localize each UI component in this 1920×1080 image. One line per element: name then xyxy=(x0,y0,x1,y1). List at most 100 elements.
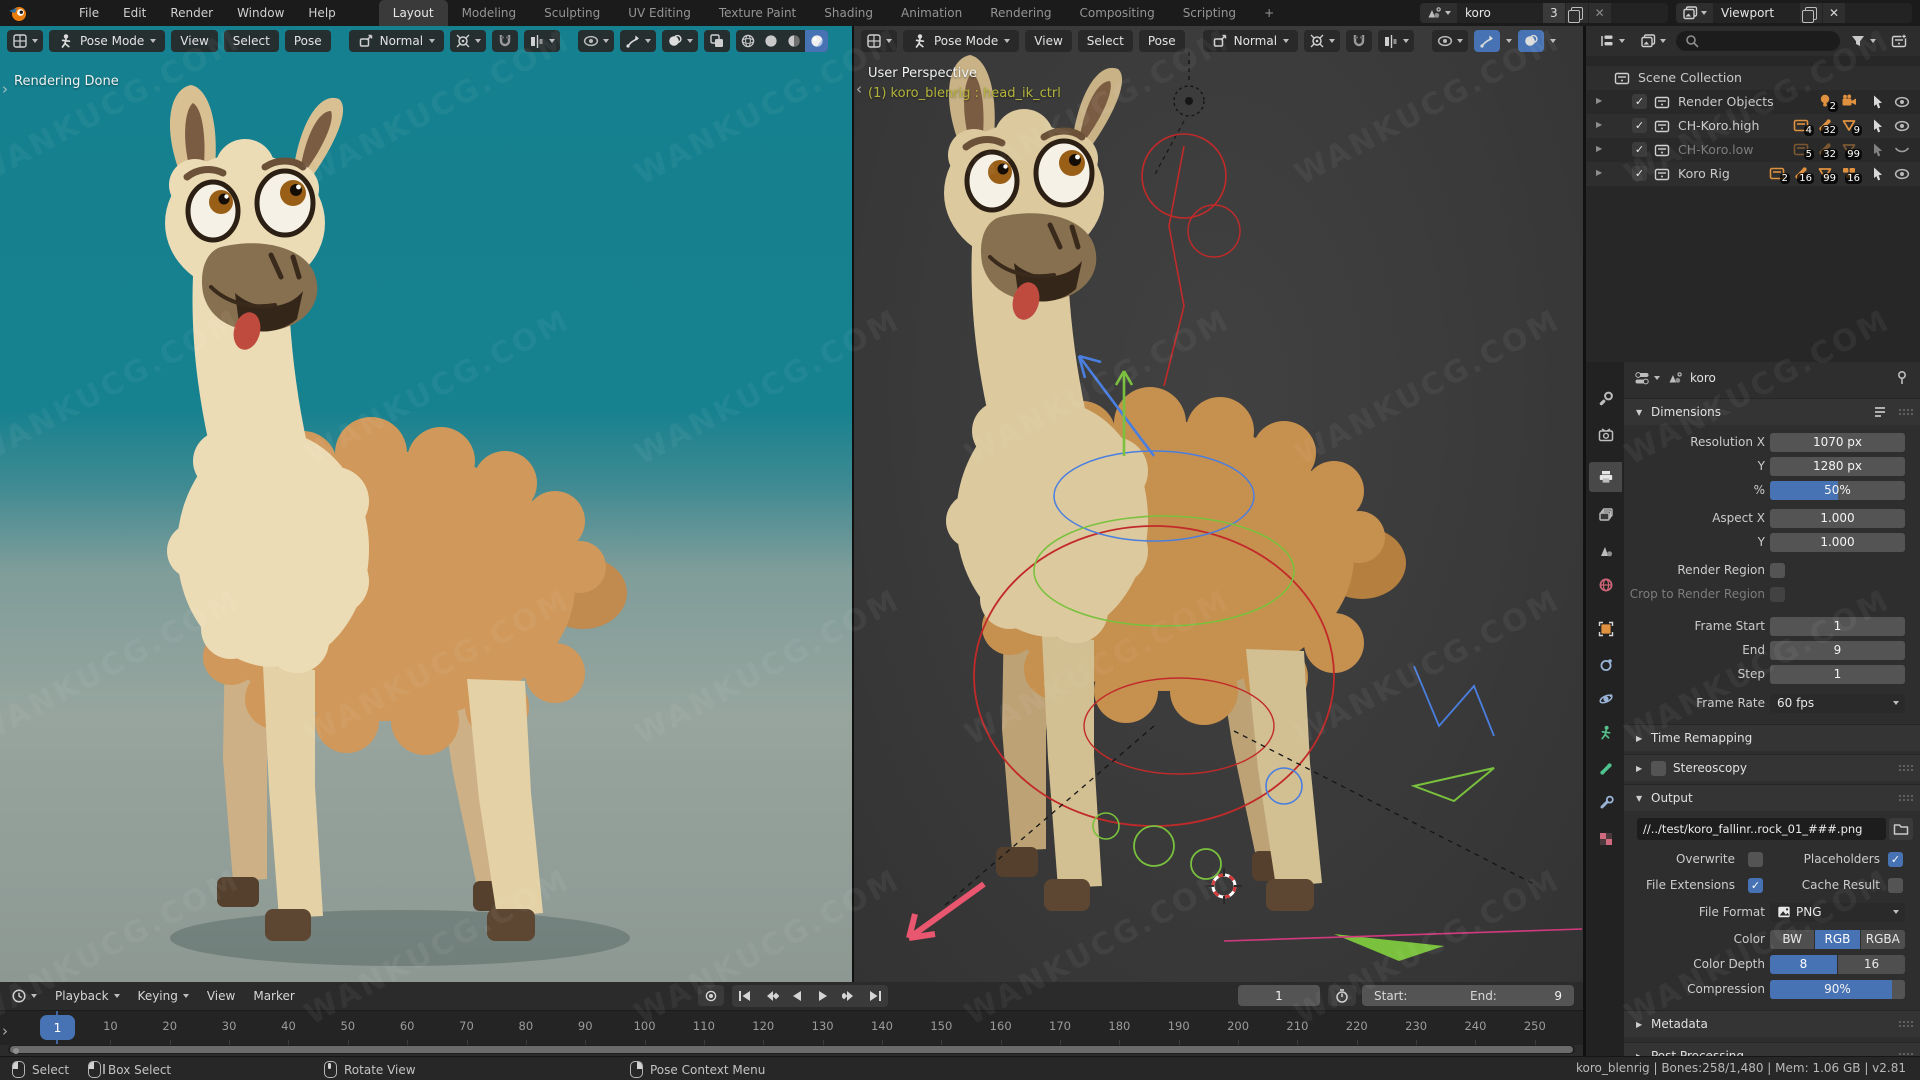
new-view-layer-button[interactable] xyxy=(1800,3,1822,23)
tab-animation[interactable]: Animation xyxy=(887,0,976,26)
depth-8-button[interactable]: 8 xyxy=(1770,955,1837,974)
outliner-item-label[interactable]: Koro Rig xyxy=(1678,166,1730,181)
snap-with-dropdown[interactable] xyxy=(1378,30,1414,52)
outliner-search-input[interactable] xyxy=(1676,31,1840,51)
frame-start-field[interactable]: 1 xyxy=(1770,617,1905,636)
unlink-scene-button[interactable]: ✕ xyxy=(1589,3,1611,23)
jump-to-end-button[interactable] xyxy=(863,986,887,1006)
visibility-eye-icon[interactable] xyxy=(1894,166,1910,182)
tab-compositing[interactable]: Compositing xyxy=(1065,0,1168,26)
outliner-row-scene-collection[interactable]: Scene Collection xyxy=(1586,66,1920,90)
exclude-checkbox[interactable]: ✓ xyxy=(1632,94,1647,109)
panel-dimensions[interactable]: ▼Dimensions xyxy=(1624,398,1920,425)
view-menu[interactable]: View xyxy=(1025,30,1071,52)
panel-stereoscopy[interactable]: ▶Stereoscopy xyxy=(1624,754,1920,781)
depth-16-button[interactable]: 16 xyxy=(1838,955,1905,974)
tab-shading[interactable]: Shading xyxy=(810,0,887,26)
visibility-eye-icon[interactable] xyxy=(1894,94,1910,110)
tab-scripting[interactable]: Scripting xyxy=(1169,0,1250,26)
timeline-menu-playback[interactable]: Playback xyxy=(46,989,129,1003)
shading-solid-button[interactable] xyxy=(759,30,782,52)
cache-result-checkbox[interactable] xyxy=(1888,878,1903,893)
outliner-row-ch-koro-high[interactable]: ▶✓CH-Koro.high4329 xyxy=(1586,114,1920,138)
tab-texture-paint[interactable]: Texture Paint xyxy=(705,0,810,26)
expand-icon[interactable]: ▶ xyxy=(1596,120,1602,129)
shading-material-button[interactable] xyxy=(782,30,805,52)
editor-type-button[interactable] xyxy=(6,985,42,1007)
crop-region-checkbox[interactable] xyxy=(1770,587,1785,602)
pin-icon[interactable] xyxy=(1894,370,1910,386)
file-format-dropdown[interactable]: PNG xyxy=(1770,903,1905,922)
play-reverse-button[interactable] xyxy=(785,986,809,1006)
color-bw-button[interactable]: BW xyxy=(1770,930,1814,949)
frame-end-field[interactable]: 9 xyxy=(1770,641,1905,660)
xray-toggle[interactable] xyxy=(704,30,730,52)
filter-dropdown[interactable] xyxy=(1845,30,1881,52)
current-frame-badge[interactable]: 1 xyxy=(40,1015,75,1040)
display-mode-dropdown[interactable] xyxy=(1635,30,1671,52)
stereoscopy-checkbox[interactable] xyxy=(1651,761,1666,776)
show-overlays-toggle[interactable] xyxy=(1518,30,1544,52)
object-type-visibility-dropdown[interactable] xyxy=(578,30,614,52)
shading-rendered-button[interactable] xyxy=(805,30,828,52)
aspect-y-field[interactable]: 1.000 xyxy=(1770,533,1905,552)
mode-dropdown[interactable]: Pose Mode xyxy=(49,30,165,52)
mode-dropdown[interactable]: Pose Mode xyxy=(903,30,1019,52)
show-gizmo-toggle[interactable] xyxy=(620,30,656,52)
resolution-y-field[interactable]: 1280 px xyxy=(1770,457,1905,476)
output-path-field[interactable]: //../test/koro_fallinr..rock_01_###.png xyxy=(1637,818,1886,840)
frame-rate-dropdown[interactable]: 60 fps xyxy=(1770,694,1905,713)
pivot-point-dropdown[interactable] xyxy=(450,30,486,52)
panel-grip[interactable] xyxy=(1898,408,1914,417)
select-cursor-icon[interactable] xyxy=(1870,142,1886,158)
resolution-x-field[interactable]: 1070 px xyxy=(1770,433,1905,452)
play-button[interactable] xyxy=(811,986,835,1006)
tab-constraints[interactable] xyxy=(1589,650,1622,680)
overwrite-checkbox[interactable] xyxy=(1748,852,1763,867)
scene-selector[interactable]: koro 3 ✕ xyxy=(1420,3,1668,23)
object-type-visibility-dropdown[interactable] xyxy=(1432,30,1468,52)
tab-layout[interactable]: Layout xyxy=(379,0,448,26)
panel-time-remapping[interactable]: ▶Time Remapping xyxy=(1624,724,1920,751)
viewport-pose[interactable]: Pose Mode View Select Pose Normal User P… xyxy=(854,26,1583,982)
panel-grip[interactable] xyxy=(1898,794,1914,803)
show-overlays-toggle[interactable] xyxy=(662,30,698,52)
outliner-item-label[interactable]: CH-Koro.low xyxy=(1678,142,1753,157)
tab-object-data[interactable] xyxy=(1589,718,1622,748)
timeline-menu-keying[interactable]: Keying xyxy=(129,989,198,1003)
expand-icon[interactable]: ▶ xyxy=(1596,96,1602,105)
select-cursor-icon[interactable] xyxy=(1870,166,1886,182)
editor-type-button[interactable] xyxy=(1594,30,1630,52)
timeline-ruler[interactable]: 1 10203040506070809010011012013014015016… xyxy=(0,1010,1583,1045)
timeline[interactable]: PlaybackKeyingViewMarker 1 Start:1 End:9… xyxy=(0,982,1583,1056)
aspect-x-field[interactable]: 1.000 xyxy=(1770,509,1905,528)
remove-view-layer-button[interactable]: ✕ xyxy=(1823,3,1845,23)
render-region-checkbox[interactable] xyxy=(1770,563,1785,578)
timeline-scrollbar[interactable] xyxy=(10,1046,1573,1053)
view-layer-name[interactable]: Viewport xyxy=(1713,6,1799,20)
pose-menu[interactable]: Pose xyxy=(285,30,331,52)
outliner-row-koro-rig[interactable]: ▶✓Koro Rig2169916 xyxy=(1586,162,1920,186)
panel-metadata[interactable]: ▶Metadata xyxy=(1624,1010,1920,1037)
tab-tool[interactable] xyxy=(1589,384,1622,414)
scene-user-count[interactable]: 3 xyxy=(1543,3,1565,23)
jump-to-start-button[interactable] xyxy=(733,986,757,1006)
properties-filter-dropdown[interactable] xyxy=(1634,367,1660,389)
visibility-eye-icon[interactable] xyxy=(1894,118,1910,134)
outliner-item-label[interactable]: Render Objects xyxy=(1678,94,1774,109)
editor-type-button[interactable] xyxy=(861,30,897,52)
select-menu[interactable]: Select xyxy=(1078,30,1133,52)
properties-editor[interactable]: koro ▼Dimensions Resolution X1070 px Y12… xyxy=(1586,362,1920,1056)
timeline-scrollbar-track[interactable] xyxy=(8,1045,1575,1054)
snap-toggle[interactable] xyxy=(492,30,518,52)
tab-uv-editing[interactable]: UV Editing xyxy=(614,0,705,26)
scene-name[interactable]: koro xyxy=(1457,6,1543,20)
new-scene-button[interactable] xyxy=(1566,3,1588,23)
timeline-menu-marker[interactable]: Marker xyxy=(244,989,303,1003)
panel-grip[interactable] xyxy=(1898,1020,1914,1029)
view-layer-icon[interactable] xyxy=(1676,3,1713,23)
expand-icon[interactable]: ▶ xyxy=(1596,168,1602,177)
select-cursor-icon[interactable] xyxy=(1870,94,1886,110)
compression-slider[interactable]: 90% xyxy=(1770,980,1905,999)
menu-help[interactable]: Help xyxy=(297,0,346,26)
